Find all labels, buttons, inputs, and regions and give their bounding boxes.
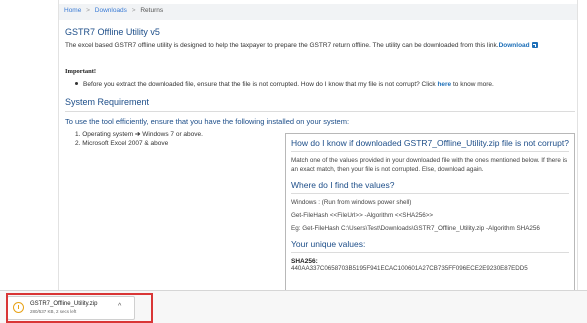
requirement-instruction: To use the tool efficiently, ensure that… <box>65 117 350 126</box>
requirement-os-value: Windows 7 or above. <box>140 131 203 138</box>
right-gutter <box>578 0 587 290</box>
hash-command: Get-FileHash <<FileUrl>> -Algorithm <<SH… <box>291 212 434 219</box>
bullet-icon <box>75 82 78 85</box>
corruption-note-text: Before you extract the downloaded file, … <box>83 81 436 88</box>
info-box-divider <box>291 151 569 152</box>
content-panel: Home > Downloads > Returns GSTR7 Offline… <box>58 0 578 290</box>
breadcrumb-downloads-link[interactable]: Downloads <box>95 7 127 14</box>
section-divider <box>65 111 575 112</box>
match-instructions: Match one of the values provided in your… <box>291 157 568 173</box>
breadcrumb: Home > Downloads > Returns <box>59 4 577 20</box>
breadcrumb-home-link[interactable]: Home <box>64 7 81 14</box>
unique-values-heading: Your unique values: <box>291 239 366 249</box>
page-title: GSTR7 Offline Utility v5 <box>65 27 160 37</box>
intro-paragraph: The excel based GSTR7 offline utility is… <box>65 41 575 50</box>
highlight-box <box>6 293 153 323</box>
requirement-os-label: 1. Operating system <box>75 131 135 138</box>
important-label: Important! <box>65 68 97 75</box>
sha256-value: 440AA337C0658703B5195F941ECAC100601A27CB… <box>291 265 528 272</box>
list-item: 1. Operating system ➔ Windows 7 or above… <box>75 130 203 139</box>
windows-note: Windows : (Run from windows power shell) <box>291 199 412 206</box>
requirement-excel: 2. Microsoft Excel 2007 & above <box>75 140 169 147</box>
info-box-divider <box>291 193 569 194</box>
corruption-note-tail: to know more. <box>452 81 494 88</box>
intro-text: The excel based GSTR7 offline utility is… <box>65 42 499 49</box>
left-gutter <box>0 0 58 290</box>
breadcrumb-separator: > <box>86 7 90 14</box>
breadcrumb-separator: > <box>131 7 136 14</box>
sha256-label: SHA256: <box>291 258 318 265</box>
info-box-divider <box>291 252 569 253</box>
external-link-icon[interactable] <box>531 42 538 48</box>
checksum-info-box: How do I know if downloaded GSTR7_Offlin… <box>285 133 575 290</box>
find-values-heading: Where do I find the values? <box>291 180 395 190</box>
breadcrumb-current: Returns <box>140 7 164 14</box>
info-box-title: How do I know if downloaded GSTR7_Offlin… <box>291 138 569 148</box>
here-link[interactable]: here <box>437 81 451 88</box>
corruption-note: Before you extract the downloaded file, … <box>75 81 575 88</box>
system-requirement-heading: System Requirement <box>65 97 150 107</box>
list-item: 2. Microsoft Excel 2007 & above <box>75 139 203 148</box>
browser-viewport: Home > Downloads > Returns GSTR7 Offline… <box>0 0 587 323</box>
download-link[interactable]: Download <box>499 42 530 49</box>
hash-example: Eg: Get-FileHash C:\Users\Test\Downloads… <box>291 225 540 232</box>
requirements-list: 1. Operating system ➔ Windows 7 or above… <box>75 130 203 148</box>
